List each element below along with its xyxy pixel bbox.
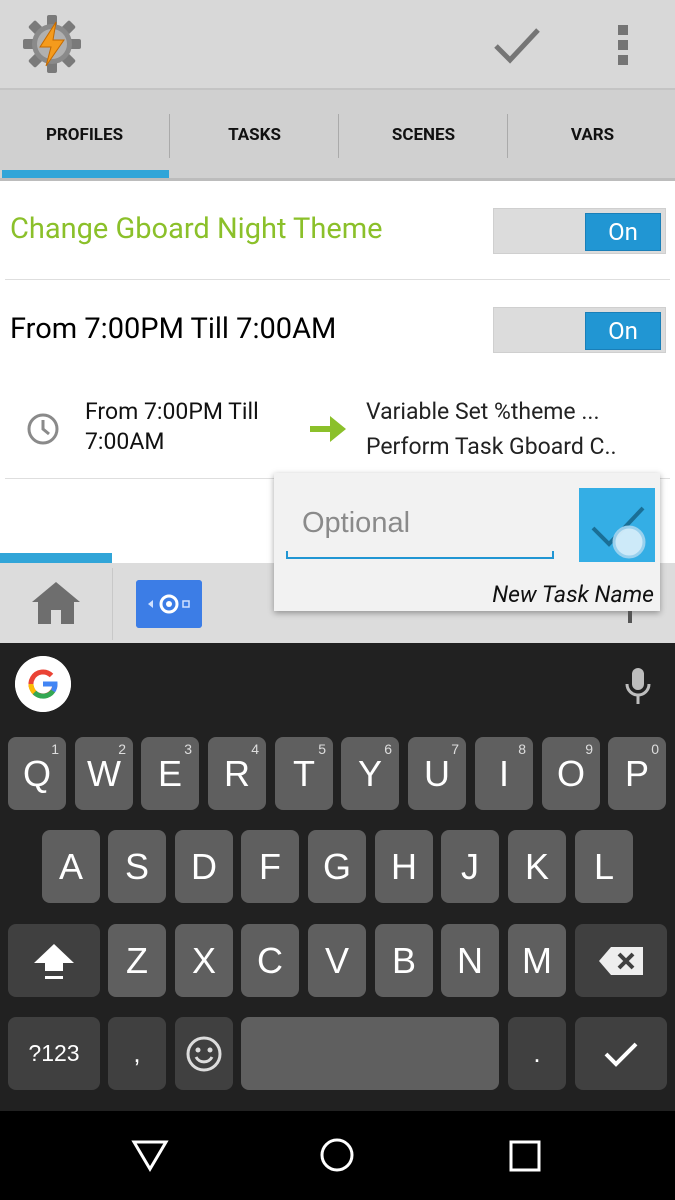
backspace-icon bbox=[599, 946, 643, 975]
checkmark-icon[interactable] bbox=[490, 20, 544, 70]
key-w[interactable]: W2 bbox=[75, 737, 133, 810]
key-o[interactable]: O9 bbox=[542, 737, 600, 810]
key-s[interactable]: S bbox=[108, 830, 166, 903]
checkmark-icon bbox=[604, 1042, 638, 1067]
key-d[interactable]: D bbox=[175, 830, 233, 903]
key-e[interactable]: E3 bbox=[141, 737, 199, 810]
clock-icon bbox=[27, 413, 59, 445]
key-u[interactable]: U7 bbox=[408, 737, 466, 810]
key-q[interactable]: Q1 bbox=[8, 737, 66, 810]
key-r[interactable]: R4 bbox=[208, 737, 266, 810]
tab-scenes[interactable]: SCENES bbox=[339, 90, 508, 180]
symbols-key[interactable]: ?123 bbox=[8, 1017, 100, 1090]
key-f[interactable]: F bbox=[241, 830, 299, 903]
shift-key[interactable] bbox=[8, 924, 100, 997]
profile-toggle[interactable]: On bbox=[493, 208, 666, 254]
tab-tasks[interactable]: TASKS bbox=[170, 90, 339, 180]
navigation-bar bbox=[0, 1111, 675, 1200]
home-icon[interactable] bbox=[30, 580, 82, 626]
tab-bar: PROFILES TASKS SCENES VARS bbox=[0, 88, 675, 180]
divider bbox=[5, 279, 670, 280]
context-summary-line1[interactable]: From 7:00PM Till bbox=[85, 398, 259, 425]
key-h[interactable]: H bbox=[375, 830, 433, 903]
key-x[interactable]: X bbox=[175, 924, 233, 997]
google-icon[interactable] bbox=[15, 656, 71, 712]
task-action-line2[interactable]: Perform Task Gboard C.. bbox=[366, 433, 617, 460]
emoji-key[interactable] bbox=[175, 1017, 233, 1090]
key-i[interactable]: I8 bbox=[475, 737, 533, 810]
task-name-input[interactable] bbox=[286, 503, 554, 543]
mic-icon[interactable] bbox=[622, 666, 654, 706]
active-tab-indicator bbox=[2, 170, 169, 178]
new-task-name-popup: New Task Name bbox=[274, 473, 660, 611]
period-key[interactable]: . bbox=[508, 1017, 566, 1090]
back-icon[interactable] bbox=[130, 1137, 170, 1173]
context-title[interactable]: From 7:00PM Till 7:00AM bbox=[10, 312, 336, 346]
comma-key[interactable]: , bbox=[108, 1017, 166, 1090]
context-toggle[interactable]: On bbox=[493, 307, 666, 353]
key-y[interactable]: Y6 bbox=[341, 737, 399, 810]
task-action-line1[interactable]: Variable Set %theme ... bbox=[366, 398, 600, 425]
key-p[interactable]: P0 bbox=[608, 737, 666, 810]
key-c[interactable]: C bbox=[241, 924, 299, 997]
action-bar bbox=[0, 0, 675, 88]
scroll-handle bbox=[628, 611, 632, 623]
key-b[interactable]: B bbox=[375, 924, 433, 997]
key-m[interactable]: M bbox=[508, 924, 566, 997]
progress-indicator bbox=[0, 553, 112, 563]
home-nav-icon[interactable] bbox=[318, 1136, 356, 1174]
key-n[interactable]: N bbox=[441, 924, 499, 997]
profile-toggle-label: On bbox=[585, 213, 661, 251]
overflow-menu-icon[interactable] bbox=[606, 22, 640, 68]
key-t[interactable]: T5 bbox=[275, 737, 333, 810]
input-underline bbox=[286, 551, 554, 559]
key-l[interactable]: L bbox=[575, 830, 633, 903]
space-key[interactable] bbox=[241, 1017, 499, 1090]
key-j[interactable]: J bbox=[441, 830, 499, 903]
backspace-key[interactable] bbox=[575, 924, 667, 997]
confirm-search-icon[interactable] bbox=[579, 488, 655, 562]
key-z[interactable]: Z bbox=[108, 924, 166, 997]
tab-bar-shadow bbox=[0, 178, 675, 181]
key-v[interactable]: V bbox=[308, 924, 366, 997]
key-g[interactable]: G bbox=[308, 830, 366, 903]
arrow-right-icon bbox=[310, 416, 346, 442]
emoji-icon bbox=[186, 1036, 222, 1071]
key-k[interactable]: K bbox=[508, 830, 566, 903]
context-toggle-label: On bbox=[585, 312, 661, 350]
tasker-gear-icon[interactable] bbox=[22, 14, 82, 74]
enter-key[interactable] bbox=[575, 1017, 667, 1090]
popup-label: New Task Name bbox=[492, 581, 654, 608]
recents-icon[interactable] bbox=[508, 1139, 542, 1173]
profile-name[interactable]: Change Gboard Night Theme bbox=[10, 212, 383, 246]
toolbar-divider bbox=[112, 568, 113, 640]
context-summary-line2[interactable]: 7:00AM bbox=[85, 428, 164, 455]
tab-vars[interactable]: VARS bbox=[508, 90, 675, 180]
tab-profiles[interactable]: PROFILES bbox=[0, 90, 169, 180]
shift-icon bbox=[34, 943, 74, 979]
device-settings-icon[interactable] bbox=[136, 580, 202, 628]
key-a[interactable]: A bbox=[42, 830, 100, 903]
